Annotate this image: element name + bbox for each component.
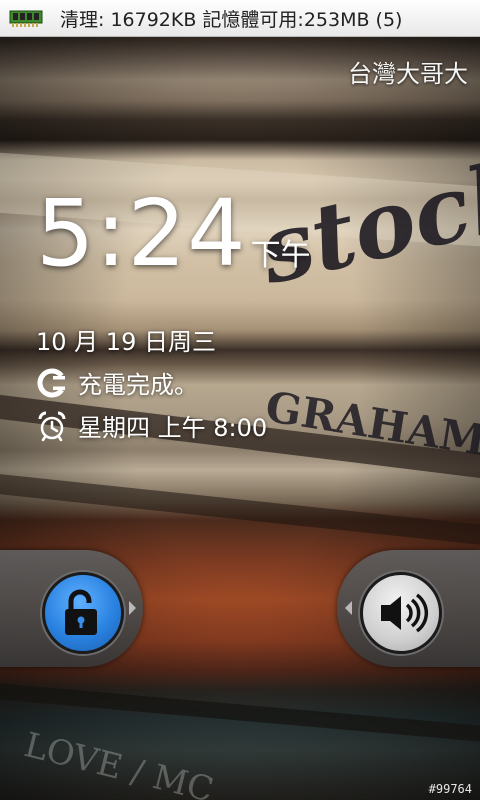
carrier-name: 台灣大哥大 (348, 60, 468, 88)
charging-status: 充電完成。 (36, 365, 198, 400)
clock-time: 5:24 (36, 180, 247, 287)
slide-left-arrow-icon (345, 601, 352, 615)
unlock-slider-tab[interactable] (0, 550, 143, 667)
unlock-button[interactable] (42, 572, 124, 654)
date-text: 10 月 19 日周三 (36, 328, 216, 356)
watermark: #99764 (428, 782, 472, 796)
lock-screen: stock GRAHAM LOVE / MC 清理: 16792KB 記憶體可用… (0, 0, 480, 800)
next-alarm: 星期四 上午 8:00 (36, 408, 267, 443)
alarm-clock-icon (38, 411, 66, 441)
wallpaper: stock GRAHAM LOVE / MC (0, 0, 480, 800)
sound-toggle-button[interactable] (360, 572, 442, 654)
sound-slider-tab[interactable] (337, 550, 480, 667)
charging-plug-icon (37, 368, 67, 397)
speaker-volume-icon (381, 593, 429, 633)
wallpaper-book-spine (0, 470, 480, 553)
charging-text: 充電完成。 (78, 371, 198, 399)
unlock-padlock-icon (65, 589, 97, 635)
clock-ampm: 下午 (250, 238, 311, 273)
slide-right-arrow-icon (129, 601, 136, 615)
clock: 5:24 下午 (36, 180, 311, 287)
wallpaper-text-love: LOVE / MC (20, 725, 218, 800)
memory-chip-icon (9, 10, 43, 27)
alarm-text: 星期四 上午 8:00 (78, 414, 268, 442)
memory-status-text: 清理: 16792KB 記憶體可用:253MB (5) (60, 8, 403, 31)
date-line: 10 月 19 日周三 (36, 322, 216, 357)
status-bar[interactable]: 清理: 16792KB 記憶體可用:253MB (5) (0, 0, 480, 37)
